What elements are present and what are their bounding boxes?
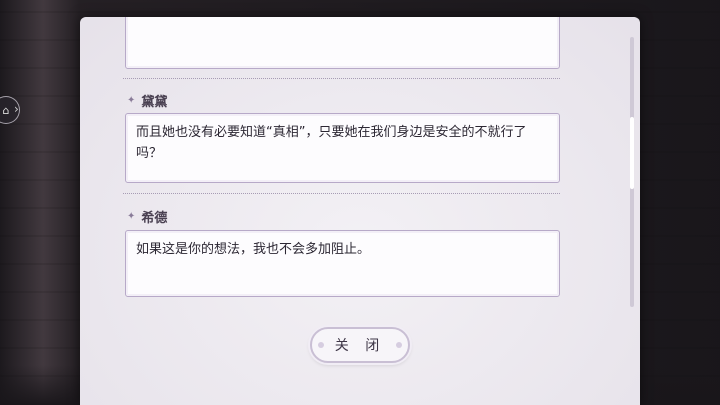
speaker-label: 希德 — [141, 211, 168, 226]
speaker-name: ✦ 黛黛 — [127, 91, 167, 110]
dialog-text: 而且她也没有必要知道“真相”，只要她在我们身边是安全的不就行了吗？ — [136, 125, 527, 161]
chevron-right-icon[interactable]: › — [14, 102, 19, 116]
speaker-label: 黛黛 — [141, 95, 168, 110]
dialog-bubble: 如果这是你的想法，我也不会多加阻止。 — [125, 230, 560, 297]
scrollbar[interactable] — [630, 37, 634, 307]
menu-icon: ⌂ — [2, 103, 10, 117]
dialog-log-panel: ✦ 黛黛 而且她也没有必要知道“真相”，只要她在我们身边是安全的不就行了吗？ ✦… — [80, 17, 640, 405]
close-button[interactable]: 关 闭 — [310, 327, 410, 363]
divider — [123, 78, 560, 79]
speaker-name: ✦ 希德 — [127, 207, 167, 226]
dialog-text: 如果这是你的想法，我也不会多加阻止。 — [136, 242, 371, 257]
close-button-label: 关 闭 — [334, 338, 386, 354]
button-ornament — [396, 342, 402, 348]
sparkle-icon: ✦ — [127, 211, 136, 222]
dialog-bubble — [125, 17, 560, 69]
sparkle-icon: ✦ — [127, 95, 136, 106]
dialog-bubble: 而且她也没有必要知道“真相”，只要她在我们身边是安全的不就行了吗？ — [125, 113, 560, 183]
scroll-thumb[interactable] — [630, 117, 634, 189]
button-ornament — [318, 342, 324, 348]
divider — [123, 193, 560, 194]
